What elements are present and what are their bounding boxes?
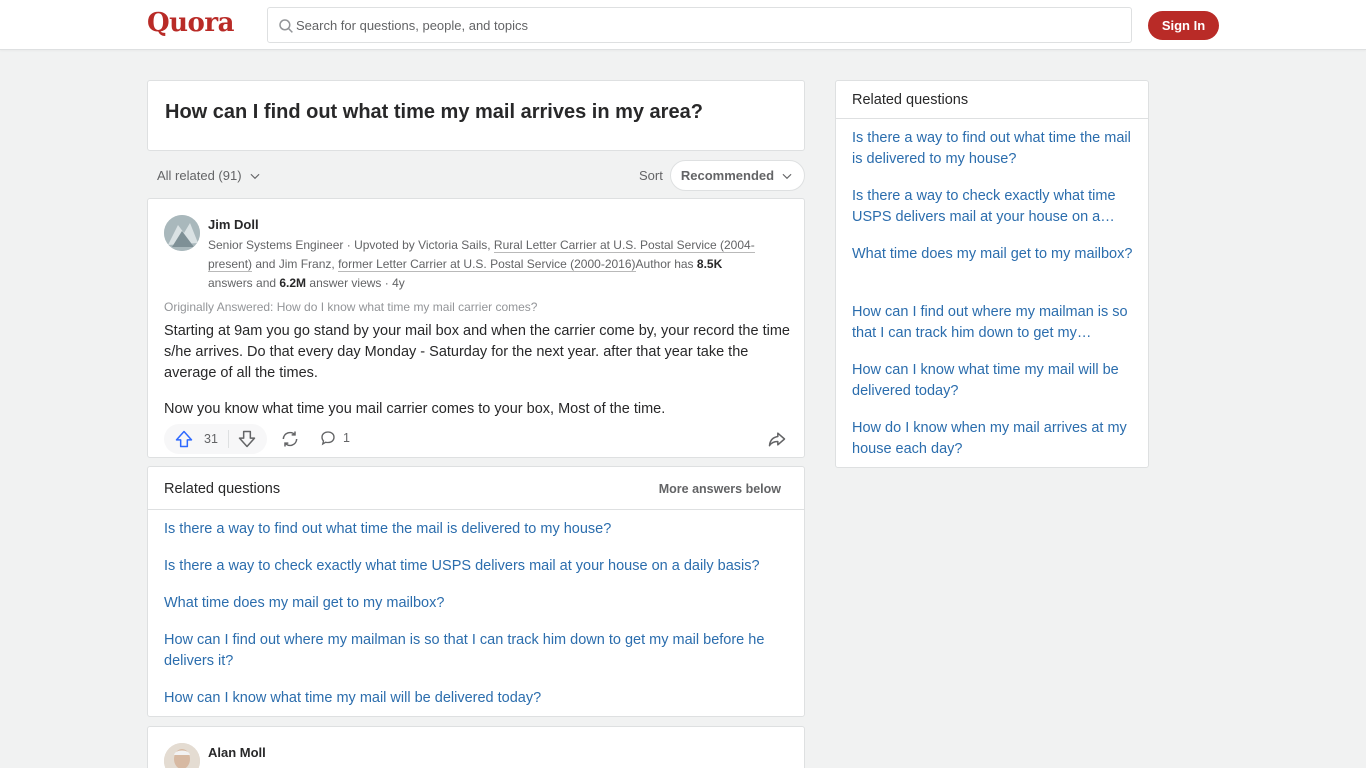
share-button[interactable]: [767, 429, 787, 449]
related-questions-inline: Related questions More answers below Is …: [147, 466, 805, 717]
author-name[interactable]: Alan Moll: [208, 745, 266, 760]
sign-in-button[interactable]: Sign In: [1148, 11, 1219, 40]
answer-card: Jim Doll Senior Systems Engineer · Upvot…: [147, 198, 805, 458]
comment-icon: [321, 431, 335, 446]
search-icon: [279, 19, 293, 33]
question-title: How can I find out what time my mail arr…: [165, 101, 703, 123]
sidebar-question-link[interactable]: Is there a way to find out what time the…: [852, 128, 1137, 170]
avatar[interactable]: [164, 215, 200, 251]
all-related-label: All related (91): [157, 168, 242, 183]
answer-body: Starting at 9am you go stand by your mai…: [164, 323, 790, 417]
upvote-icon: [175, 430, 193, 448]
sidebar-title: Related questions: [852, 92, 969, 108]
upvote-button[interactable]: 31: [174, 429, 218, 449]
sidebar-question-link[interactable]: How can I find out where my mailman is s…: [852, 302, 1137, 344]
author-credentials: Senior Systems Engineer · Upvoted by Vic…: [208, 238, 755, 290]
sidebar-header: Related questions: [836, 81, 1148, 119]
top-header: Quora Sign In: [0, 0, 1366, 50]
related-question-link[interactable]: What time does my mail get to my mailbox…: [164, 593, 784, 614]
more-answers-below: More answers below: [658, 482, 781, 496]
related-questions-header: Related questions More answers below: [148, 467, 804, 510]
quora-logo[interactable]: Quora: [147, 8, 234, 38]
comment-count: 1: [343, 431, 350, 445]
share-icon: [768, 432, 786, 447]
originally-answered[interactable]: Originally Answered: How do I know what …: [164, 300, 537, 314]
all-related-dropdown[interactable]: All related (91): [157, 168, 262, 183]
answer-card-2: Alan Moll: [147, 726, 805, 768]
sort-dropdown[interactable]: Recommended: [670, 160, 805, 191]
search-box[interactable]: [267, 7, 1132, 43]
avatar[interactable]: [164, 743, 200, 768]
reshare-icon: [282, 431, 298, 447]
related-question-link[interactable]: How can I find out where my mailman is s…: [164, 630, 784, 672]
sort-label: Sort: [639, 168, 663, 183]
vote-divider: [228, 430, 229, 448]
share-reshare-button[interactable]: [280, 429, 300, 449]
related-questions-title: Related questions: [164, 481, 281, 497]
sort-value: Recommended: [680, 168, 775, 183]
related-question-link[interactable]: How can I know what time my mail will be…: [164, 688, 784, 709]
question-card: How can I find out what time my mail arr…: [147, 80, 805, 151]
author-name[interactable]: Jim Doll: [208, 217, 259, 232]
downvote-icon: [238, 430, 256, 448]
sidebar-question-link[interactable]: What time does my mail get to my mailbox…: [852, 244, 1137, 265]
chevron-down-icon: [250, 173, 260, 179]
sidebar-question-link[interactable]: Is there a way to check exactly what tim…: [852, 186, 1137, 228]
sidebar-question-link[interactable]: How can I know what time my mail will be…: [852, 360, 1137, 402]
related-question-link[interactable]: Is there a way to check exactly what tim…: [164, 556, 784, 577]
related-question-link[interactable]: Is there a way to find out what time the…: [164, 519, 784, 540]
upvote-count: 31: [204, 432, 218, 446]
chevron-down-icon: [782, 173, 792, 179]
credential-link[interactable]: former Letter Carrier at U.S. Postal Ser…: [338, 257, 636, 272]
sidebar-question-link[interactable]: How do I know when my mail arrives at my…: [852, 418, 1137, 460]
comment-button[interactable]: 1: [319, 429, 350, 447]
sidebar-related-questions: Related questions Is there a way to find…: [835, 80, 1149, 468]
search-input[interactable]: [296, 8, 1116, 42]
downvote-button[interactable]: [237, 429, 257, 449]
